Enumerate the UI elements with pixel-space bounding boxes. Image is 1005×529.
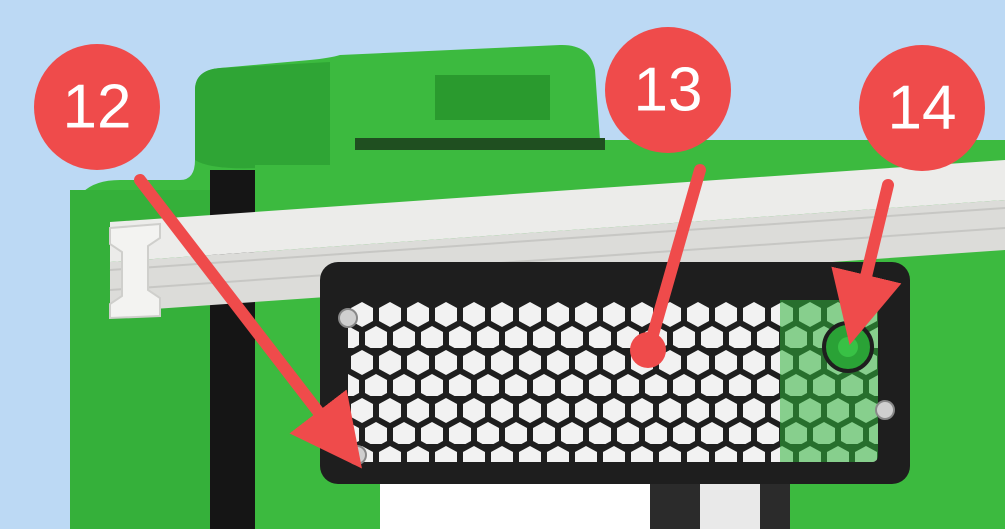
enclosure-top-shadow xyxy=(195,62,330,169)
callout-number: 12 xyxy=(63,73,132,142)
screw-icon xyxy=(875,400,895,420)
fan-grille xyxy=(320,262,910,484)
callout-12: 12 xyxy=(34,44,160,170)
screw-icon xyxy=(338,308,358,328)
callout-number: 14 xyxy=(888,74,957,143)
arrow-13-dot xyxy=(630,332,666,368)
callout-13: 13 xyxy=(605,27,731,153)
callout-number: 13 xyxy=(634,56,703,125)
connector-strip xyxy=(355,138,605,150)
enclosure-illustration: 12 13 14 xyxy=(34,27,1005,529)
top-slot xyxy=(435,75,550,120)
grille-green-area xyxy=(780,300,878,462)
callout-14: 14 xyxy=(859,45,985,171)
screw-icon xyxy=(347,445,367,465)
